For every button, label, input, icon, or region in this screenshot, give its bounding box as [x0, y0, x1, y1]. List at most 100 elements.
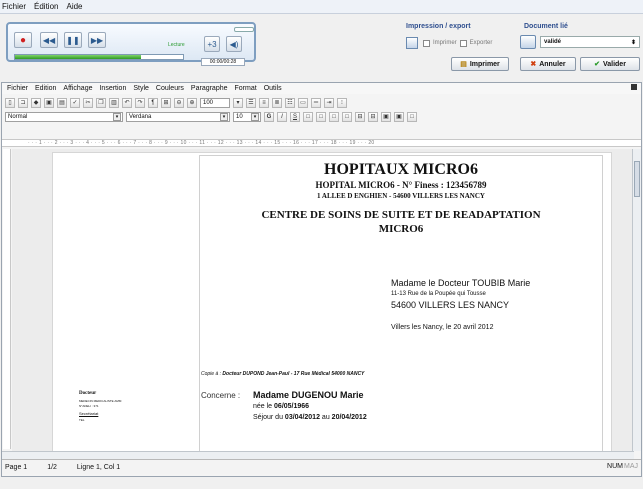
copy-label: Copie à : — [201, 371, 222, 377]
letter-date: Villers les Nancy, le 20 avril 2012 — [391, 324, 494, 331]
print-preview-icon[interactable]: ▣ — [44, 97, 54, 108]
new-doc-icon[interactable]: ▯ — [5, 97, 15, 108]
status-bar: Page 1 1/2 Ligne 1, Col 1 NUM MAJ — [2, 459, 641, 474]
ed-menu-affichage[interactable]: Affichage — [63, 85, 92, 92]
ed-menu-couleurs[interactable]: Couleurs — [156, 85, 184, 92]
spell-icon[interactable]: ✓ — [70, 97, 80, 108]
spacing-icon[interactable]: ═ — [311, 97, 321, 108]
align-left-icon[interactable]: ☰ — [246, 97, 256, 108]
copy-value: Docteur DUPOND Jean-Paul - 17 Rue Médica… — [222, 371, 365, 377]
speed-button[interactable]: +3 — [204, 36, 220, 52]
ed-menu-outils[interactable]: Outils — [264, 85, 282, 92]
toolbar-format: Normal ▾ Verdana ▾ 10 ▾ G I S □ □ □ □ ⊟ ⊟ ▣… — [2, 110, 641, 123]
zoom-dropdown-icon[interactable]: ▾ — [233, 97, 243, 108]
validate-label: Valider — [602, 60, 626, 68]
document-status-select[interactable]: validé ⬍ — [540, 36, 640, 48]
printer-icon — [406, 37, 418, 49]
save-icon[interactable]: ◆ — [31, 97, 41, 108]
size-value: 10 — [236, 113, 243, 120]
status-maj: MAJ — [624, 463, 638, 470]
underline-icon[interactable]: S — [290, 111, 300, 122]
frame-icon-1[interactable]: □ — [303, 111, 313, 122]
ed-menu-paragraphe[interactable]: Paragraphe — [191, 85, 228, 92]
justify-icon[interactable]: ☷ — [285, 97, 295, 108]
list-icon[interactable]: ⁝ — [337, 97, 347, 108]
horizontal-ruler[interactable]: · · · 1 · · · 2 · · · 3 · · · 4 · · · 5 … — [2, 139, 641, 147]
document-icon[interactable] — [520, 35, 536, 49]
ed-menu-style[interactable]: Style — [133, 85, 149, 92]
paste-icon[interactable]: ▥ — [109, 97, 119, 108]
cancel-button[interactable]: ✖ Annuler — [520, 57, 576, 71]
status-num: NUM — [607, 463, 623, 470]
ed-menu-edition[interactable]: Edition — [35, 85, 56, 92]
print-button-label: Imprimer — [469, 60, 500, 68]
border-icon[interactable]: ▭ — [298, 97, 308, 108]
rewind-icon: ◀◀ — [42, 35, 56, 45]
frame-icon-6[interactable]: ⊟ — [368, 111, 378, 122]
frame-icon-4[interactable]: □ — [342, 111, 352, 122]
ed-menu-format[interactable]: Format — [235, 85, 257, 92]
bold-icon[interactable]: G — [264, 111, 274, 122]
frame-icon-8[interactable]: ▣ — [394, 111, 404, 122]
frame-icon-3[interactable]: □ — [329, 111, 339, 122]
document-page[interactable]: HOPITAUX MICRO6 HOPITAL MICRO6 - N° Fine… — [52, 152, 612, 451]
ed-menu-fichier[interactable]: Fichier — [7, 85, 28, 92]
playback-progress[interactable] — [14, 54, 184, 60]
menu-fichier[interactable]: Fichier — [2, 2, 26, 11]
font-select[interactable]: Verdana ▾ — [126, 111, 230, 122]
pause-button[interactable]: ❚❚ — [64, 32, 82, 48]
birth-date: 06/05/1966 — [274, 403, 310, 410]
letter-h4-line2: MICRO6 — [378, 223, 424, 235]
side-line2: N°ADELI : 371 — [79, 404, 99, 408]
size-select[interactable]: 10 ▾ — [233, 111, 261, 122]
undo-icon[interactable]: ↶ — [122, 97, 132, 108]
forward-button[interactable]: ▶▶ — [88, 32, 106, 48]
chevron-down-icon: ⬍ — [630, 39, 636, 46]
stay-prefix: Séjour du — [253, 414, 283, 421]
editor-close-icon[interactable] — [631, 84, 637, 90]
zoom-select[interactable]: 100 — [200, 97, 230, 108]
table-icon[interactable]: ⊞ — [161, 97, 171, 108]
export-checkbox[interactable] — [459, 39, 467, 47]
print-button[interactable]: ▤ Imprimer — [451, 57, 509, 71]
app-menubar: Fichier Édition Aide — [0, 0, 643, 14]
italic-icon[interactable]: I — [277, 111, 287, 122]
scroll-thumb[interactable] — [634, 161, 640, 197]
open-icon[interactable]: ⊐ — [18, 97, 28, 108]
horizontal-scrollbar[interactable] — [2, 451, 634, 459]
recipient-city: 54600 VILLERS LES NANCY — [391, 300, 510, 310]
frame-icon-7[interactable]: ▣ — [381, 111, 391, 122]
align-right-icon[interactable]: ≣ — [272, 97, 282, 108]
redo-icon[interactable]: ↷ — [135, 97, 145, 108]
zoom-out-icon[interactable]: ⊖ — [174, 97, 184, 108]
cut-icon[interactable]: ✂ — [83, 97, 93, 108]
stay-line: Séjour du 03/04/2012 au 20/04/2012 — [253, 414, 367, 421]
menu-aide[interactable]: Aide — [66, 2, 82, 11]
indent-icon[interactable]: ⇥ — [324, 97, 334, 108]
style-select[interactable]: Normal ▾ — [5, 111, 123, 122]
recipient-name: Madame le Docteur TOUBIB Marie — [391, 278, 531, 288]
side-title: Docteur — [79, 391, 97, 396]
position-slider[interactable] — [234, 27, 254, 32]
document-canvas[interactable]: HOPITAUX MICRO6 HOPITAL MICRO6 - N° Fine… — [12, 149, 632, 451]
print-checkbox[interactable] — [423, 39, 430, 47]
align-center-icon[interactable]: ≡ — [259, 97, 269, 108]
frame-icon-2[interactable]: □ — [316, 111, 326, 122]
record-button[interactable]: ● — [14, 32, 32, 48]
validate-button[interactable]: ✔ Valider — [580, 57, 640, 71]
frame-icon-5[interactable]: ⊟ — [355, 111, 365, 122]
copy-line: Copie à : Docteur DUPOND Jean-Paul - 17 … — [201, 371, 364, 377]
chevron-down-icon: ▾ — [113, 112, 121, 121]
menu-edition[interactable]: Édition — [34, 2, 58, 11]
zoom-in-icon[interactable]: ⊕ — [187, 97, 197, 108]
vertical-scrollbar[interactable] — [632, 149, 641, 451]
cancel-icon: ✖ — [530, 61, 537, 68]
rewind-button[interactable]: ◀◀ — [40, 32, 58, 48]
copy-icon[interactable]: ❐ — [96, 97, 106, 108]
volume-button[interactable]: ◀) — [226, 36, 242, 52]
ed-menu-insertion[interactable]: Insertion — [99, 85, 126, 92]
pilcrow-icon[interactable]: ¶ — [148, 97, 158, 108]
document-title: Document lié — [524, 23, 568, 30]
print-icon-tb[interactable]: ▤ — [57, 97, 67, 108]
frame-icon-9[interactable]: □ — [407, 111, 417, 122]
